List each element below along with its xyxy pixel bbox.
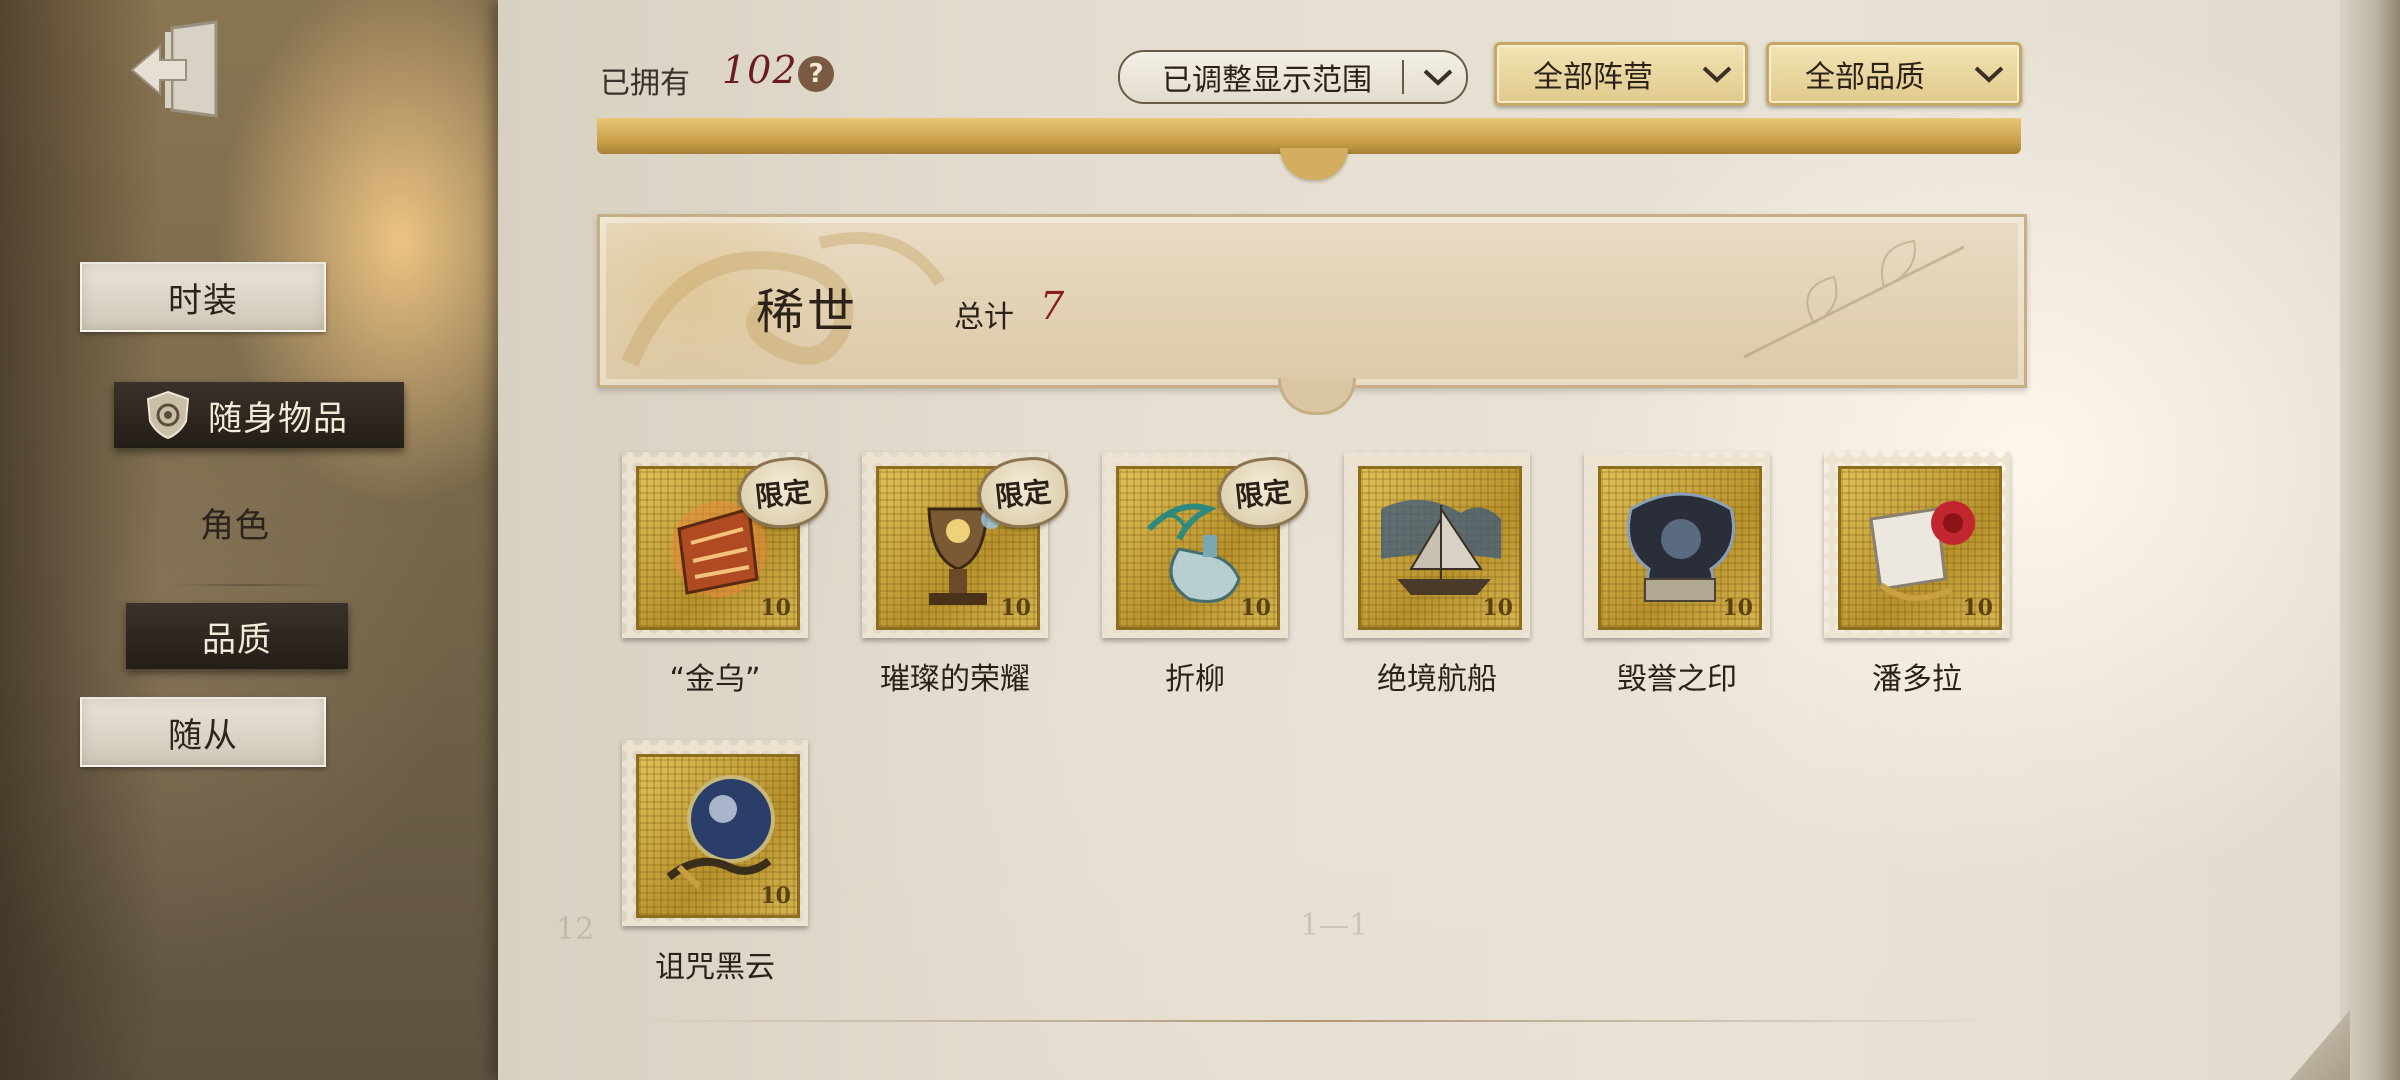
- item-name: 绝境航船: [1377, 662, 1497, 697]
- sidebar-item-label: 品质: [202, 619, 272, 660]
- item-name: 璀璨的荣耀: [880, 662, 1030, 697]
- sidebar-item-label: 随从: [168, 715, 238, 756]
- help-glyph: ?: [808, 59, 824, 89]
- limited-badge-label: 限定: [1233, 475, 1293, 514]
- collection-item[interactable]: 10 潘多拉: [1812, 452, 2022, 712]
- shield-emblem-icon: [146, 390, 190, 440]
- sidebar-item-follower[interactable]: 随从: [80, 697, 326, 767]
- item-name: 潘多拉: [1872, 662, 1962, 697]
- stamp-value: 10: [1482, 595, 1513, 621]
- stamp-frame: 10: [622, 740, 808, 926]
- item-name: 折柳: [1165, 662, 1225, 697]
- stamp-value: 10: [760, 595, 791, 621]
- owned-count: 102: [722, 48, 798, 92]
- dropdown-label: 全部阵营: [1533, 60, 1653, 95]
- rarity-title: 稀世: [756, 284, 859, 340]
- bottom-divider: [616, 1020, 2006, 1022]
- sidebar-item-fashion[interactable]: 时装: [80, 262, 326, 332]
- total-label: 总计: [954, 300, 1014, 335]
- quality-dropdown[interactable]: 全部品质: [1766, 42, 2022, 106]
- collection-item[interactable]: 10 限定 璀璨的荣耀: [850, 452, 1072, 712]
- chevron-down-icon: [1974, 66, 2004, 83]
- owned-label: 已拥有: [600, 66, 690, 101]
- collection-item[interactable]: 10 限定 “金乌”: [610, 452, 832, 712]
- stamp-art: 10: [1598, 466, 1762, 630]
- stamp-art: 10: [636, 754, 800, 918]
- collection-item[interactable]: 10 限定 折柳: [1090, 452, 1312, 712]
- limited-badge-label: 限定: [753, 475, 813, 514]
- help-icon[interactable]: ?: [798, 56, 834, 92]
- stamp-value: 10: [1000, 595, 1031, 621]
- stamp-art: 10: [1838, 466, 2002, 630]
- sidebar-shadow: [0, 0, 160, 1080]
- exit-door-icon: [130, 20, 218, 118]
- limited-badge-label: 限定: [993, 475, 1053, 514]
- stamp-value: 10: [760, 883, 791, 909]
- sidebar-item-label: 随身物品: [208, 398, 348, 439]
- collection-item[interactable]: 10 诅咒黑云: [610, 740, 820, 1000]
- sidebar-divider: [170, 584, 330, 586]
- item-name: “金乌”: [669, 662, 761, 697]
- item-name: 诅咒黑云: [655, 950, 775, 985]
- book-edge: [2340, 0, 2400, 1080]
- dropdown-label: 全部品质: [1805, 60, 1925, 95]
- dropdown-label: 已调整显示范围: [1162, 63, 1372, 98]
- stamp-value: 10: [1240, 595, 1271, 621]
- sidebar-item-accessory[interactable]: 随身物品: [114, 382, 404, 448]
- chevron-down-icon: [1702, 66, 1732, 83]
- stamp-art: 10: [1358, 466, 1522, 630]
- collection-item[interactable]: 10 毁誉之印: [1572, 452, 1782, 712]
- sidebar-item-label: 时装: [168, 280, 238, 321]
- stamp-value: 10: [1962, 595, 1993, 621]
- sidebar: 时装 随身物品 角色 品质 随从: [0, 0, 510, 1080]
- sidebar-item-role[interactable]: 角色: [150, 494, 320, 550]
- chevron-down-icon: [1423, 69, 1453, 86]
- item-name: 毁誉之印: [1617, 662, 1737, 697]
- exit-button[interactable]: [122, 16, 226, 126]
- sidebar-item-label: 角色: [200, 505, 270, 546]
- stamp-frame: 10: [1344, 452, 1530, 638]
- total-value: 7: [1040, 284, 1065, 328]
- leaf-sketch-icon: [1743, 239, 1965, 359]
- page-decoration: 1—1: [1300, 908, 1369, 943]
- stamp-frame: 10: [1584, 452, 1770, 638]
- display-range-dropdown[interactable]: 已调整显示范围: [1118, 50, 1468, 104]
- stamp-value: 10: [1722, 595, 1753, 621]
- page-decoration: 12: [556, 912, 595, 947]
- collection-item[interactable]: 10 绝境航船: [1332, 452, 1542, 712]
- dropdown-separator: [1402, 60, 1404, 94]
- sidebar-item-quality[interactable]: 品质: [126, 603, 348, 669]
- faction-dropdown[interactable]: 全部阵营: [1494, 42, 1748, 106]
- stamp-frame: 10: [1824, 452, 2010, 638]
